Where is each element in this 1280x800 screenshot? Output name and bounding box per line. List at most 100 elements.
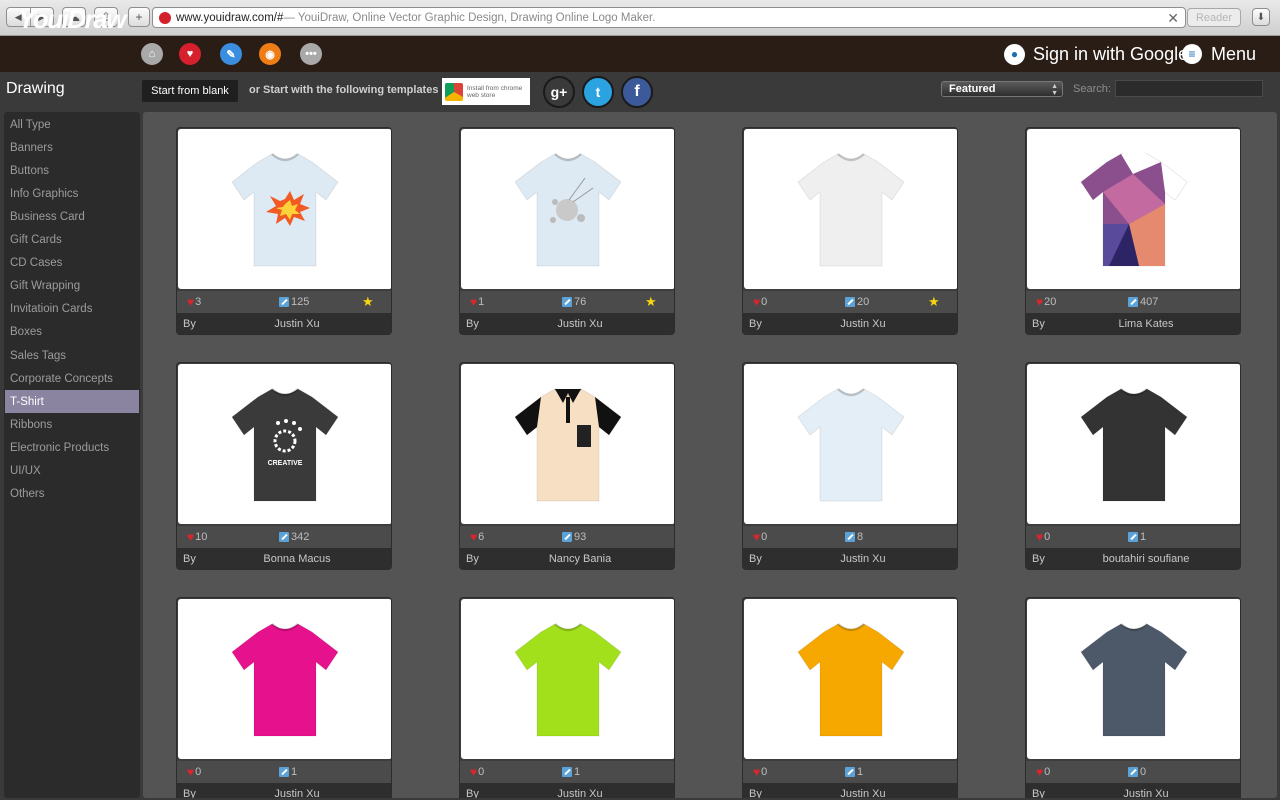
youidraw-logo[interactable]: YouiDraw (18, 4, 126, 35)
likes-count[interactable]: ♥ 0 (1036, 766, 1050, 779)
template-card[interactable]: ♥ 20 407 By Lima Kates (1025, 127, 1241, 335)
stop-loading-icon[interactable]: ✕ (1167, 10, 1179, 27)
author-name[interactable]: Justin Xu (207, 318, 387, 330)
template-card[interactable]: ♥ 1 76 ★ By Justin Xu (459, 127, 675, 335)
author-name[interactable]: Bonna Macus (207, 553, 387, 565)
facebook-icon[interactable]: f (621, 76, 653, 108)
likes-count[interactable]: ♥ 0 (753, 766, 767, 779)
sidebar-item-others[interactable]: Others (5, 483, 139, 506)
likes-count[interactable]: ♥ 1 (470, 296, 484, 309)
sidebar-item-gift-cards[interactable]: Gift Cards (5, 229, 139, 252)
likes-count[interactable]: ♥ 0 (1036, 531, 1050, 544)
template-card[interactable]: ♥ 0 20 ★ By Justin Xu (742, 127, 958, 335)
shape-icon[interactable]: ◉ (259, 43, 281, 65)
likes-count[interactable]: ♥ 0 (753, 531, 767, 544)
chrome-web-store-badge[interactable]: Install from chrome web store (442, 78, 530, 105)
heart-nav-icon[interactable]: ♥ (179, 43, 201, 65)
template-card[interactable]: ♥ 0 8 By Justin Xu (742, 362, 958, 570)
author-name[interactable]: Justin Xu (773, 788, 953, 798)
likes-count[interactable]: ♥ 3 (187, 296, 201, 309)
edit-icon (845, 767, 855, 777)
sidebar-item-banners[interactable]: Banners (5, 136, 139, 159)
template-card[interactable]: ♥ 6 93 By Nancy Bania (459, 362, 675, 570)
google-plus-icon[interactable]: g+ (543, 76, 575, 108)
sidebar-item-all-type[interactable]: All Type (5, 113, 139, 136)
template-thumbnail[interactable] (744, 129, 957, 289)
likes-count[interactable]: ♥ 0 (187, 764, 201, 779)
likes-count[interactable]: ♥ 0 (470, 766, 484, 779)
author-name[interactable]: Justin Xu (490, 788, 670, 798)
search-input[interactable] (1115, 80, 1263, 97)
template-thumbnail[interactable] (461, 129, 674, 289)
template-card[interactable]: ♥ 0 0 By Justin Xu (1025, 597, 1241, 798)
author-name[interactable]: Lima Kates (1056, 318, 1236, 330)
sidebar-item-info-graphics[interactable]: Info Graphics (5, 182, 139, 205)
sidebar-item-cd-cases[interactable]: CD Cases (5, 252, 139, 275)
author-name[interactable]: Justin Xu (490, 318, 670, 330)
template-card[interactable]: ♥ 0 1 By Justin Xu (459, 597, 675, 798)
likes-count[interactable]: ♥ 6 (470, 531, 484, 544)
edit-icon (279, 297, 289, 307)
likes-count[interactable]: ♥ 20 (1036, 296, 1056, 309)
twitter-icon[interactable]: t (582, 76, 614, 108)
template-card[interactable]: ♥ 0 1 By boutahiri soufiane (1025, 362, 1241, 570)
sidebar-item-corporate-concepts[interactable]: Corporate Concepts (5, 367, 139, 390)
likes-count[interactable]: ♥ 10 (187, 529, 207, 544)
template-grid: ♥ 3 125 ★ By Justin Xu ♥ 1 76 ★ By Justin Xu ♥ 0 20 ★ By… (143, 112, 1277, 798)
author-name[interactable]: Justin Xu (773, 318, 953, 330)
sidebar-item-boxes[interactable]: Boxes (5, 321, 139, 344)
chrome-store-icon (445, 82, 463, 101)
author-name[interactable]: Nancy Bania (490, 553, 670, 565)
home-icon[interactable]: ⌂ (141, 43, 163, 65)
author-name[interactable]: boutahiri soufiane (1056, 553, 1236, 565)
template-thumbnail[interactable] (744, 364, 957, 524)
likes-count[interactable]: ♥ 0 (753, 294, 767, 309)
start-from-blank-button[interactable]: Start from blank (142, 80, 238, 102)
template-thumbnail[interactable] (1027, 364, 1240, 524)
feather-icon[interactable]: ✎ (220, 43, 242, 65)
template-thumbnail[interactable] (178, 599, 391, 759)
templates-hint: or Start with the following templates (249, 84, 439, 96)
sort-select[interactable]: Featured ▲ ▼ (941, 81, 1063, 97)
template-thumbnail[interactable] (461, 364, 674, 524)
reader-button[interactable]: Reader (1187, 8, 1241, 27)
template-thumbnail[interactable] (461, 599, 674, 759)
sidebar-item-ribbons[interactable]: Ribbons (5, 413, 139, 436)
sidebar-item-business-card[interactable]: Business Card (5, 205, 139, 228)
template-thumbnail[interactable] (1027, 599, 1240, 759)
heart-icon: ♥ (187, 529, 195, 544)
tshirt-illustration (1080, 153, 1188, 267)
template-card[interactable]: ♥ 0 1 By Justin Xu (742, 597, 958, 798)
tshirt-illustration (514, 388, 622, 502)
edits-count: 1 (279, 766, 297, 778)
downloads-icon[interactable]: ⬇ (1252, 8, 1270, 26)
heart-icon: ♥ (187, 764, 195, 779)
author-name[interactable]: Justin Xu (207, 788, 387, 798)
menu-button[interactable]: ≡ Menu (1182, 43, 1256, 65)
sidebar-item-buttons[interactable]: Buttons (5, 159, 139, 182)
address-bar[interactable]: www.youidraw.com/# — YouiDraw, Online Ve… (152, 7, 1186, 28)
card-stats: ♥ 0 1 (460, 761, 674, 783)
template-card[interactable]: ♥ 3 125 ★ By Justin Xu (176, 127, 392, 335)
edit-icon (562, 767, 572, 777)
sidebar-item-ui-ux[interactable]: UI/UX (5, 460, 139, 483)
sidebar-item-sales-tags[interactable]: Sales Tags (5, 344, 139, 367)
sidebar-item-invitatioin-cards[interactable]: Invitatioin Cards (5, 298, 139, 321)
template-thumbnail[interactable]: CREATIVE (178, 364, 391, 524)
edit-icon (279, 532, 289, 542)
template-thumbnail[interactable] (1027, 129, 1240, 289)
new-tab-button[interactable]: + (128, 7, 150, 27)
heart-icon: ♥ (753, 294, 761, 309)
more-icon[interactable]: ••• (300, 43, 322, 65)
template-card[interactable]: CREATIVE ♥ 10 342 By Bonna Macus (176, 362, 392, 570)
template-thumbnail[interactable] (744, 599, 957, 759)
sidebar-item-t-shirt[interactable]: T-Shirt (5, 390, 139, 414)
sidebar-item-gift-wrapping[interactable]: Gift Wrapping (5, 275, 139, 298)
menu-label: Menu (1211, 43, 1257, 64)
author-name[interactable]: Justin Xu (1056, 788, 1236, 798)
template-thumbnail[interactable] (178, 129, 391, 289)
template-card[interactable]: ♥ 0 1 By Justin Xu (176, 597, 392, 798)
sidebar-item-electronic-products[interactable]: Electronic Products (5, 436, 139, 459)
author-name[interactable]: Justin Xu (773, 553, 953, 565)
sign-in-google-button[interactable]: ● Sign in with Google (1004, 43, 1188, 65)
